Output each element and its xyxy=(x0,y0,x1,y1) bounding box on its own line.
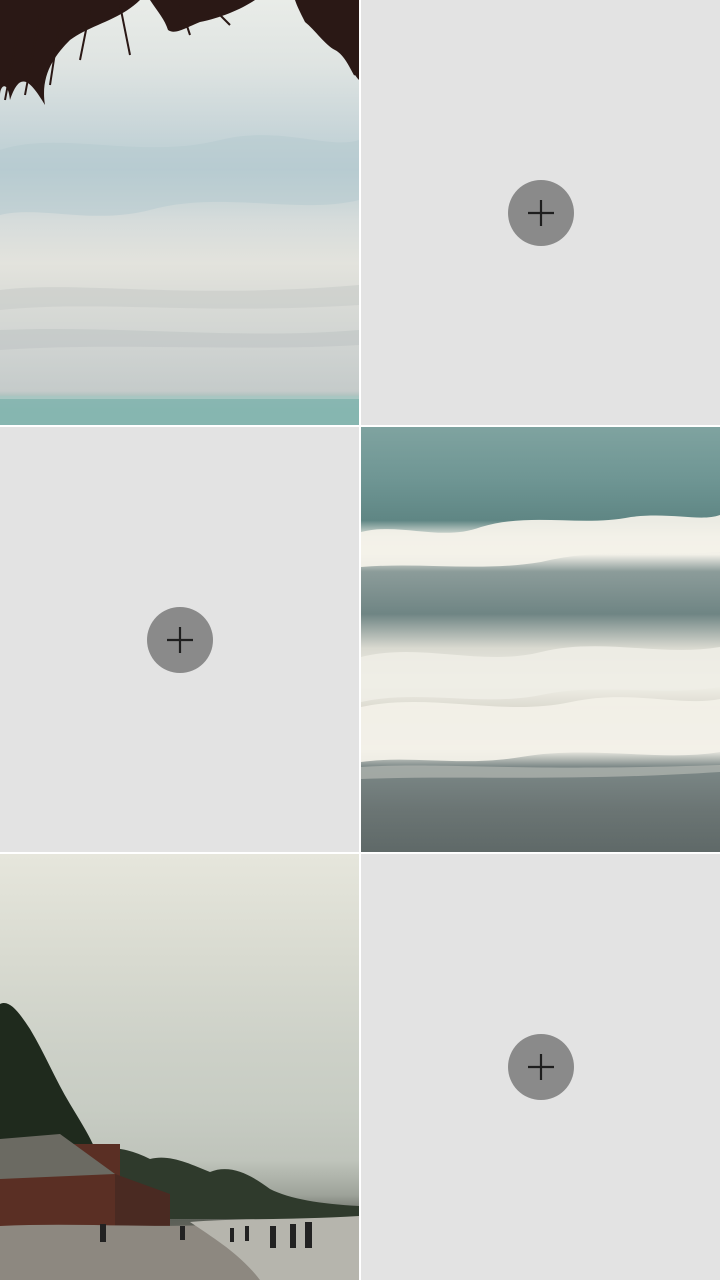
plus-icon xyxy=(527,199,554,226)
beach-photo-image xyxy=(0,1003,359,1280)
add-photo-button[interactable] xyxy=(507,1034,574,1100)
photo-grid xyxy=(0,0,720,1280)
add-photo-button[interactable] xyxy=(507,179,574,246)
grid-cell-4-photo[interactable] xyxy=(361,427,720,852)
waves-photo-image xyxy=(361,515,720,779)
grid-cell-5-photo[interactable] xyxy=(0,854,359,1280)
plus-icon xyxy=(166,626,193,653)
grid-cell-3-empty[interactable] xyxy=(0,427,359,852)
sky-photo-image xyxy=(0,0,359,425)
grid-cell-1-photo[interactable] xyxy=(0,0,359,425)
add-photo-button[interactable] xyxy=(146,606,213,673)
grid-cell-2-empty[interactable] xyxy=(361,0,720,425)
grid-cell-6-empty[interactable] xyxy=(361,854,720,1280)
plus-icon xyxy=(527,1054,554,1080)
